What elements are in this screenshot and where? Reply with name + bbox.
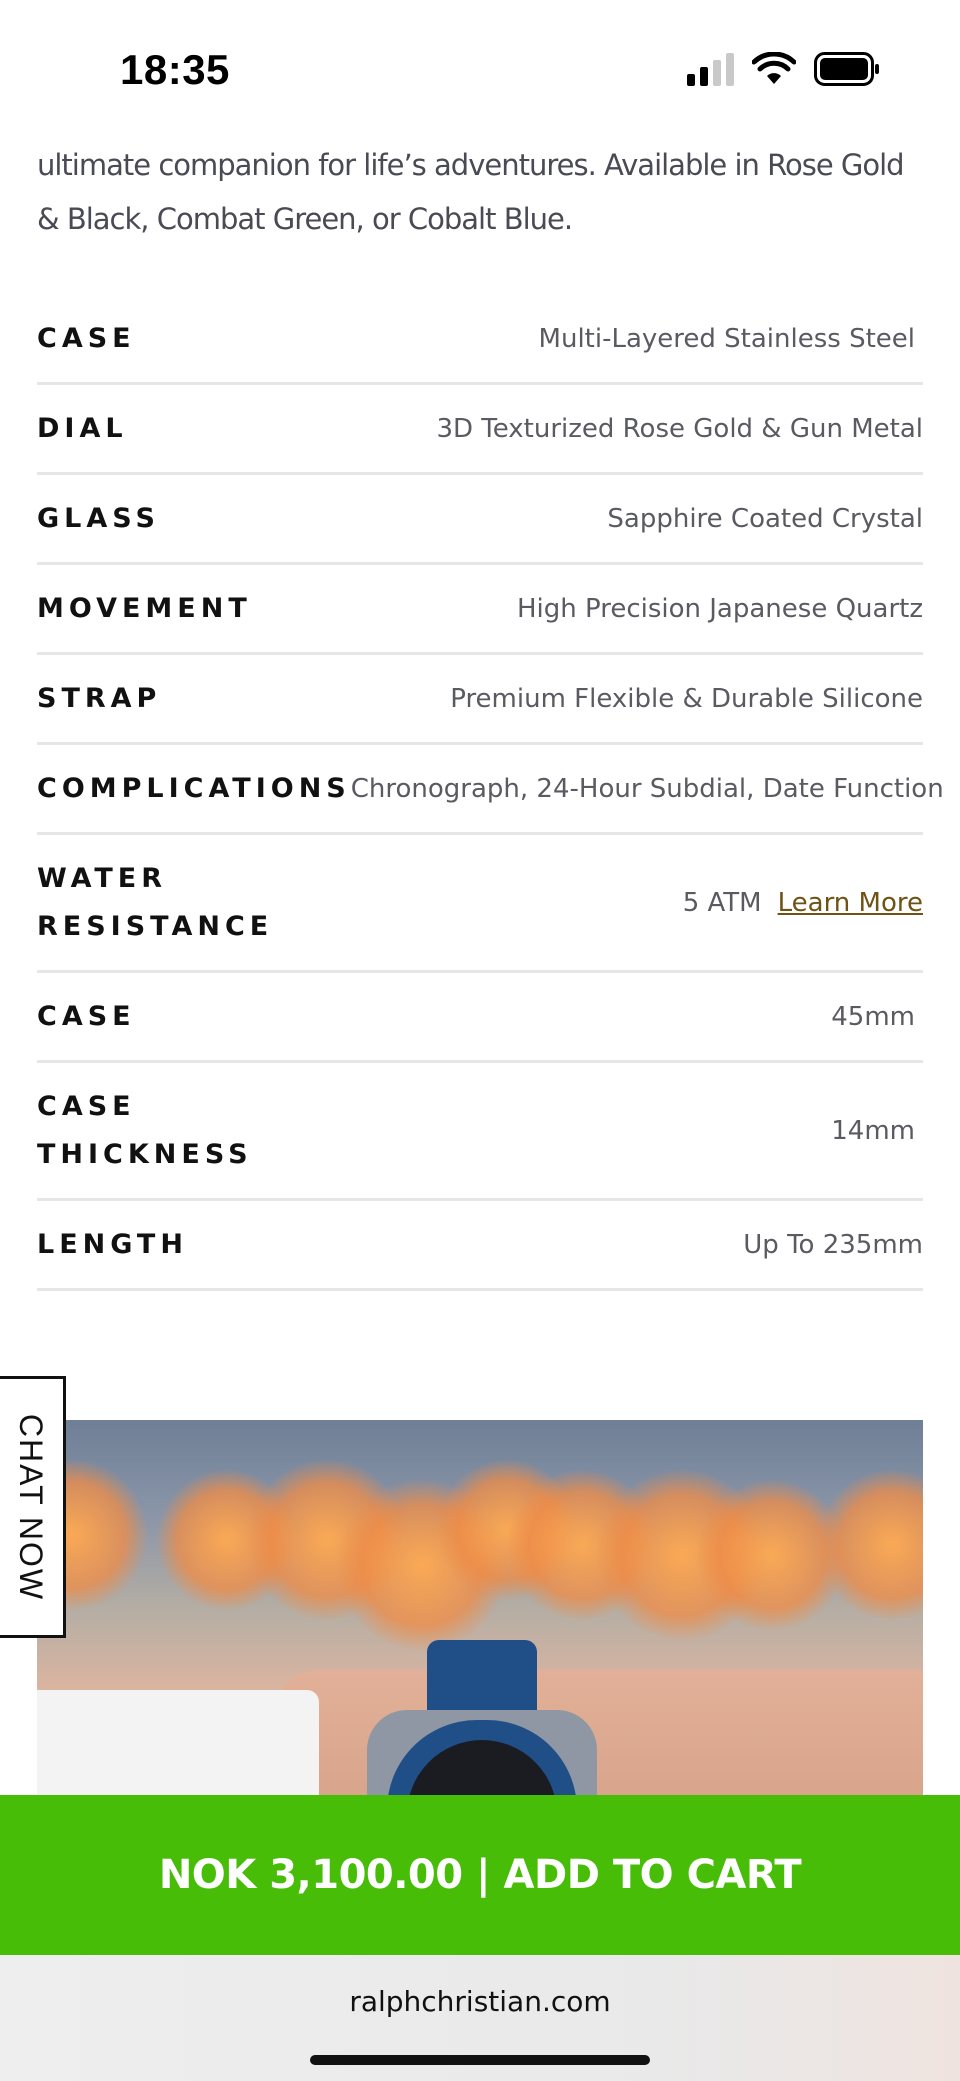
spec-row-case-thickness: CASE THICKNESS 14mm [37,1063,923,1201]
spec-value: Up To 235mm [743,1229,923,1260]
product-lifestyle-image [37,1420,923,1800]
spec-value: Sapphire Coated Crystal [607,503,923,534]
spec-value: High Precision Japanese Quartz [516,593,923,624]
spec-label: COMPLICATIONS [37,772,351,804]
spec-value-group: 5 ATM Learn More [683,888,923,918]
status-icons [687,52,880,86]
status-bar: 18:35 [0,0,960,130]
add-to-cart-label: NOK 3,100.00 | ADD TO CART [158,1852,802,1898]
add-to-cart-button[interactable]: NOK 3,100.00 | ADD TO CART [0,1795,960,1955]
spec-value: Premium Flexible & Durable Silicone [450,683,923,714]
spec-row-strap: STRAP Premium Flexible & Durable Silicon… [37,655,923,745]
url-text[interactable]: ralphchristian.com [0,1985,960,2018]
spec-label: CASE THICKNESS [37,1090,253,1170]
spec-label: CASE [37,323,136,354]
battery-icon [814,52,879,86]
spec-label: MOVEMENT [37,592,252,624]
spec-value: 14mm [831,1115,915,1146]
spec-label: WATER RESISTANCE [37,862,274,942]
learn-more-link[interactable]: Learn More [778,888,923,918]
browser-address-bar: ralphchristian.com [0,1955,960,2081]
spec-label: DIAL [37,412,128,444]
spec-value: Chronograph, 24-Hour Subdial, Date Funct… [350,773,944,804]
spec-row-case: CASE Multi-Layered Stainless Steel [37,296,923,385]
chat-now-button[interactable]: CHAT NOW [0,1376,66,1638]
spec-row-glass: GLASS Sapphire Coated Crystal [37,475,923,565]
scroll-clip [0,130,960,138]
spec-value: 3D Texturized Rose Gold & Gun Metal [436,413,923,444]
spec-value: Multi-Layered Stainless Steel [538,324,915,354]
spec-label: LENGTH [37,1228,188,1260]
cellular-signal-icon [687,52,734,86]
spec-row-case-size: CASE 45mm [37,973,923,1063]
spec-label: STRAP [37,682,162,714]
spec-row-dial: DIAL 3D Texturized Rose Gold & Gun Metal [37,385,923,475]
spec-value: 45mm [831,1001,915,1032]
product-description: ultimate companion for life’s adventures… [37,148,905,236]
spec-row-water-resistance: WATER RESISTANCE 5 ATM Learn More [37,835,923,973]
spec-value: 5 ATM [682,887,762,918]
specs-table: CASE Multi-Layered Stainless Steel DIAL … [37,296,944,1291]
status-time: 18:35 [120,46,230,93]
spec-row-length: LENGTH Up To 235mm [37,1201,923,1291]
spec-row-complications: COMPLICATIONS Chronograph, 24-Hour Subdi… [37,745,944,835]
chat-now-label: CHAT NOW [13,1413,49,1601]
wifi-icon [752,52,796,84]
spec-label: GLASS [37,502,160,534]
spec-row-movement: MOVEMENT High Precision Japanese Quartz [37,565,923,655]
spec-label: CASE [37,1000,136,1032]
home-indicator[interactable] [310,2055,650,2065]
